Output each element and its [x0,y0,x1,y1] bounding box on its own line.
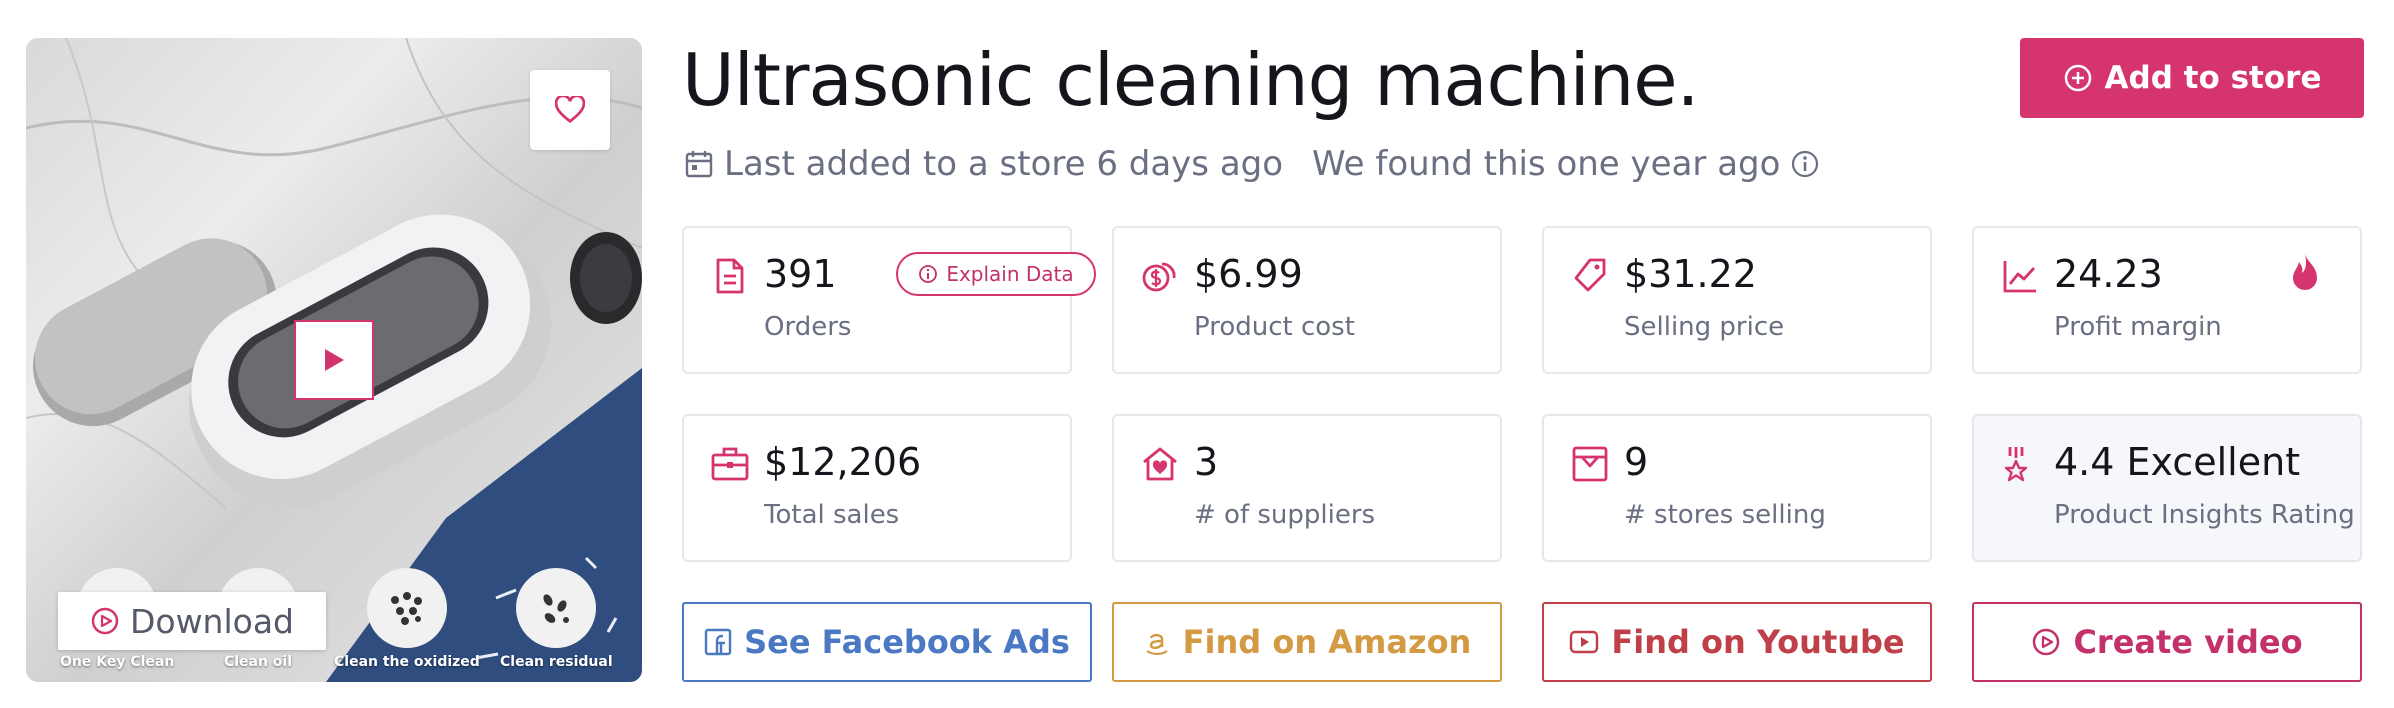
document-icon [716,258,744,294]
stat-card-suppliers: 3 # of suppliers [1112,414,1502,562]
download-label: Download [129,601,295,641]
found-info: We found this one year ago [1312,144,1820,184]
profit-margin-label: Profit margin [2054,312,2222,342]
product-title: Ultrasonic cleaning machine. [682,38,1699,122]
play-icon [325,349,344,371]
amazon-icon [1146,633,1168,656]
favorite-button[interactable] [530,70,610,150]
suppliers-label: # of suppliers [1194,500,1376,530]
last-added-text: Last added to a store 6 days ago [724,144,1284,184]
coins-icon [1142,262,1176,292]
product-image: One Key Clean Clean oil Clean the oxidiz… [26,38,642,682]
fire-icon [2293,254,2317,290]
product-cost-value: $6.99 [1194,252,1303,296]
facebook-label: See Facebook Ads [744,623,1070,661]
stat-card-product-cost: $6.99 Product cost [1112,226,1502,374]
add-to-store-label: Add to store [2104,60,2322,96]
stat-card-rating: 4.4 Excellent Product Insights Rating [1972,414,2362,562]
feature-label: Clean the oxidized [334,654,480,670]
home-heart-icon [1143,447,1177,481]
explain-data-button[interactable]: Explain Data [896,252,1096,296]
feature-icon [516,568,597,648]
last-added-info: Last added to a store 6 days ago [684,144,1283,184]
create-video-button[interactable]: Create video [1972,602,2362,682]
stores-selling-label: # stores selling [1624,500,1826,530]
price-tag-icon [1574,258,1606,292]
selling-price-value: $31.22 [1624,252,1757,296]
stores-selling-value: 9 [1624,440,1649,484]
add-to-store-button[interactable]: Add to store [2020,38,2364,118]
explain-data-label: Explain Data [946,262,1074,286]
total-sales-label: Total sales [764,500,900,530]
feature-label: Clean oil [223,654,293,670]
amazon-label: Find on Amazon [1182,623,1472,661]
play-circle-icon [2033,628,2060,656]
find-on-youtube-button[interactable]: Find on Youtube [1542,602,1932,682]
orders-value: 391 [764,252,837,296]
play-circle-icon [91,607,119,635]
feature-label: One Key Clean [60,654,175,670]
line-chart-icon [2003,261,2036,293]
feature-icon [366,568,447,648]
calendar-icon [685,151,713,178]
feature-clean-oxidized: Clean the oxidized [334,568,480,670]
create-video-label: Create video [2073,623,2303,661]
found-text: We found this one year ago [1312,144,1781,184]
feature-clean-residual: Clean residual [500,568,613,670]
download-button[interactable]: Download [58,592,326,650]
rating-label: Product Insights Rating [2054,500,2355,530]
profit-margin-value: 24.23 [2054,252,2163,296]
feature-label: Clean residual [500,654,613,670]
youtube-icon [1570,630,1599,654]
product-cost-label: Product cost [1194,312,1355,342]
info-icon [919,265,938,283]
store-icon [1572,446,1608,482]
play-video-button[interactable] [294,320,374,400]
plus-circle-icon [2064,64,2091,92]
see-facebook-ads-button[interactable]: See Facebook Ads [682,602,1092,682]
heart-icon [555,96,585,123]
facebook-icon [704,628,732,656]
info-icon[interactable] [1790,149,1820,179]
selling-price-label: Selling price [1624,312,1785,342]
stat-card-stores-selling: 9 # stores selling [1542,414,1932,562]
find-on-amazon-button[interactable]: Find on Amazon [1112,602,1502,682]
orders-label: Orders [764,312,852,342]
stat-card-profit-margin: 24.23 Profit margin [1972,226,2362,374]
youtube-label: Find on Youtube [1611,623,1905,661]
stat-card-orders: 391 Orders Explain Data [682,226,1096,374]
stat-card-total-sales: $12,206 Total sales [682,414,1072,562]
award-icon [2004,447,2028,482]
stat-card-selling-price: $31.22 Selling price [1542,226,1932,374]
briefcase-icon [711,447,749,481]
suppliers-value: 3 [1194,440,1219,484]
total-sales-value: $12,206 [764,440,922,484]
rating-value: 4.4 Excellent [2054,440,2301,484]
